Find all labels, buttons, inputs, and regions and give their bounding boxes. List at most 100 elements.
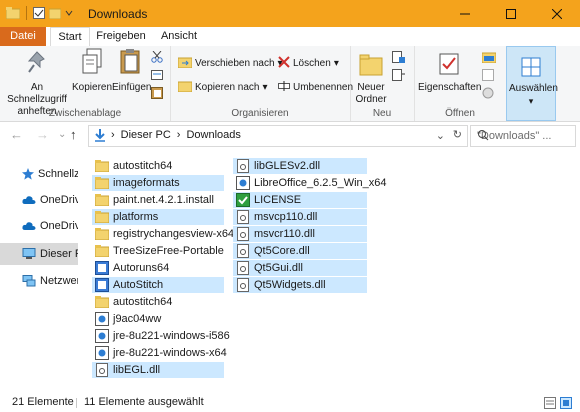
file-item[interactable]: Qt5Widgets.dll xyxy=(233,277,367,293)
pin-icon xyxy=(26,50,48,80)
edit-icon[interactable] xyxy=(482,69,494,81)
chevron-down-icon: ▾ xyxy=(333,58,339,69)
nav-item-quick-access[interactable]: Schnellzu xyxy=(0,163,78,185)
file-item[interactable]: msvcp110.dll xyxy=(233,209,367,225)
nav-item-onedrive-1[interactable]: OneDrive xyxy=(0,189,78,211)
nav-label: OneDrive xyxy=(40,220,78,232)
delete-button[interactable]: Löschen ▾ xyxy=(278,56,339,71)
file-item[interactable]: msvcr110.dll xyxy=(233,226,367,242)
new-folder-button[interactable]: Neuer Ordner xyxy=(352,50,390,106)
clipboard-group-label: Zwischenablage xyxy=(48,108,122,119)
tab-ansicht[interactable]: Ansicht xyxy=(158,27,200,46)
properties-button[interactable]: Eigenschaften xyxy=(418,50,481,94)
download-arrow-icon xyxy=(94,129,106,145)
chevron-down-icon[interactable]: ⌄ xyxy=(436,129,445,142)
file-name: Autoruns64 xyxy=(113,262,170,274)
chevron-right-icon[interactable]: › xyxy=(177,129,181,141)
file-item[interactable]: platforms xyxy=(92,209,224,225)
file-item[interactable]: libEGL.dll xyxy=(92,362,224,378)
file-name: autostitch64 xyxy=(113,160,173,172)
close-button[interactable] xyxy=(534,0,580,27)
chevron-down-icon[interactable] xyxy=(65,9,73,17)
paste-button[interactable]: Einfügen xyxy=(112,49,151,94)
copy-path-icon[interactable] xyxy=(151,69,163,81)
file-name: libGLESv2.dll xyxy=(254,160,321,172)
select-group[interactable]: Auswählen ▾ xyxy=(506,46,558,121)
navigation-pane: Schnellzu OneDrive OneDrive Dieser PC Ne… xyxy=(0,148,78,394)
easy-access-icon[interactable] xyxy=(392,69,406,81)
file-name: AutoStitch xyxy=(113,279,164,291)
new-item-icon[interactable] xyxy=(392,51,406,63)
file-item[interactable]: jre-8u221-windows-i586 xyxy=(92,328,230,344)
maximize-button[interactable] xyxy=(488,0,534,27)
breadcrumb-downloads[interactable]: Downloads xyxy=(186,129,240,141)
forward-arrow-icon[interactable]: → xyxy=(36,127,49,142)
open-group-label: Öffnen xyxy=(445,108,475,119)
file-item[interactable]: TreeSizeFree-Portable xyxy=(92,243,224,259)
paste-shortcut-icon[interactable] xyxy=(151,87,163,99)
properties-icon[interactable] xyxy=(33,7,45,19)
file-name: LibreOffice_6.2.5_Win_x64 xyxy=(254,177,387,189)
cut-icon[interactable] xyxy=(151,51,163,63)
select-button[interactable]: Auswählen ▾ xyxy=(509,51,558,107)
chevron-down-icon[interactable]: ⌄ xyxy=(58,129,66,140)
move-to-button[interactable]: Verschieben nach ▾ xyxy=(177,56,283,71)
select-label: Auswählen xyxy=(509,83,558,94)
file-item[interactable]: Autoruns64 xyxy=(92,260,224,276)
ribbon-tabs: Datei Start Freigeben Ansicht xyxy=(0,27,580,47)
folder-icon xyxy=(95,193,109,207)
tab-freigeben[interactable]: Freigeben xyxy=(96,27,146,46)
file-item[interactable]: autostitch64 xyxy=(92,158,224,174)
file-name: msvcp110.dll xyxy=(254,211,318,223)
open-icon[interactable] xyxy=(482,51,496,63)
copy-button[interactable]: Kopieren xyxy=(72,48,112,94)
details-view-icon[interactable] xyxy=(544,397,556,412)
file-item[interactable]: AutoStitch xyxy=(92,277,224,293)
file-name: autostitch64 xyxy=(113,296,173,308)
file-item[interactable]: imageformats xyxy=(92,175,224,191)
history-icon[interactable] xyxy=(482,87,494,99)
file-item[interactable]: LibreOffice_6.2.5_Win_x64 xyxy=(233,175,387,191)
tab-start[interactable]: Start xyxy=(50,27,90,47)
file-name: Qt5Widgets.dll xyxy=(254,279,326,291)
new-group-label: Neu xyxy=(372,108,392,119)
minimize-button[interactable] xyxy=(442,0,488,27)
move-folder-icon xyxy=(177,56,193,71)
file-item[interactable]: j9ac04ww xyxy=(92,311,224,327)
breadcrumb-dieser-pc[interactable]: Dieser PC xyxy=(121,129,171,141)
file-item[interactable]: jre-8u221-windows-x64 xyxy=(92,345,227,361)
file-name: jre-8u221-windows-x64 xyxy=(113,347,227,359)
file-item[interactable]: autostitch64 xyxy=(92,294,224,310)
copy-icon xyxy=(81,48,103,80)
nav-item-onedrive-2[interactable]: OneDrive xyxy=(0,215,78,237)
up-arrow-icon[interactable]: ↑ xyxy=(70,127,77,142)
search-input[interactable]: "Downloads" ... xyxy=(470,125,576,147)
folder-icon xyxy=(95,176,109,190)
chevron-right-icon[interactable]: › xyxy=(111,129,115,141)
file-item[interactable]: Qt5Core.dll xyxy=(233,243,367,259)
nav-item-this-pc[interactable]: Dieser PC xyxy=(0,243,78,265)
file-item[interactable]: registrychangesview-x64 xyxy=(92,226,234,242)
license-icon xyxy=(236,193,250,207)
app-icon xyxy=(95,261,109,275)
nav-item-network[interactable]: Netzwerk xyxy=(0,270,78,292)
app-icon xyxy=(95,278,109,292)
copy-to-button[interactable]: Kopieren nach ▾ xyxy=(177,80,268,95)
address-box[interactable]: › Dieser PC › Downloads ⌄ ↻ xyxy=(88,125,468,147)
refresh-icon[interactable]: ↻ xyxy=(453,128,462,141)
file-item[interactable]: Qt5Gui.dll xyxy=(233,260,367,276)
cloud-icon xyxy=(22,195,36,205)
organize-group: Verschieben nach ▾ Löschen ▾ Kopieren na… xyxy=(170,46,353,121)
file-item[interactable]: paint.net.4.2.1.install xyxy=(92,192,224,208)
setup-icon xyxy=(236,176,250,190)
file-item[interactable]: LICENSE xyxy=(233,192,367,208)
rename-button[interactable]: Umbenennen xyxy=(278,80,353,95)
folder-icon xyxy=(95,159,109,173)
new-folder-icon xyxy=(359,54,383,80)
new-folder-icon[interactable] xyxy=(49,7,61,19)
tab-datei[interactable]: Datei xyxy=(0,27,46,46)
large-icons-view-icon[interactable] xyxy=(560,397,572,412)
file-name: LICENSE xyxy=(254,194,302,206)
back-arrow-icon[interactable]: ← xyxy=(10,127,23,142)
file-item[interactable]: libGLESv2.dll xyxy=(233,158,367,174)
